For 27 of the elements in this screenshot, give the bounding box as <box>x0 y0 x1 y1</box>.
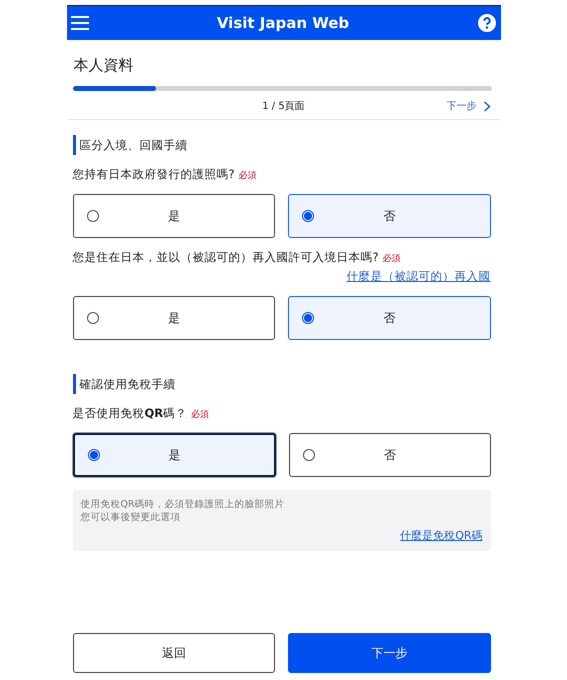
menu-icon[interactable] <box>70 16 88 30</box>
question-text: 您是住在日本，並以（被認可的）再入國許可入境日本嗎? <box>72 250 379 265</box>
section-heading: 區分入境、回國手續 <box>72 135 490 155</box>
help-link[interactable]: 什麼是（被認可的）再入國 <box>346 269 490 284</box>
required-label: 必須 <box>382 252 401 265</box>
next-button[interactable]: 下一步 <box>288 633 490 673</box>
question-text: 是否使用免稅QR碼？ <box>72 406 188 421</box>
chevron-icon <box>482 100 490 112</box>
info-text: 您可以事後變更此選項 <box>80 511 182 524</box>
help-icon[interactable] <box>478 14 496 32</box>
radio-option[interactable]: 否 <box>289 433 490 477</box>
info-text: 使用免稅QR碼時，必須登錄護照上的臉部照片 <box>80 498 286 511</box>
radio-option[interactable]: 是 <box>72 433 276 477</box>
required-label: 必須 <box>191 408 210 421</box>
section-heading: 確認使用免稅手續 <box>72 374 490 394</box>
page-title: 本人資料 <box>72 55 134 76</box>
page-counter: 1 / 5頁面 <box>262 100 305 113</box>
help-link[interactable]: 什麼是免稅QR碼 <box>400 528 482 543</box>
radio-option[interactable]: 是 <box>72 194 275 238</box>
radio-option[interactable]: 是 <box>72 296 275 340</box>
radio-option[interactable]: 否 <box>288 296 490 340</box>
back-button[interactable]: 返回 <box>72 633 275 673</box>
required-label: 必須 <box>238 170 257 182</box>
next-step-link[interactable]: 下一步 <box>446 99 490 113</box>
question-text: 您持有日本政府發行的護照嗎? <box>72 167 235 182</box>
app-title: Visit Japan Web <box>216 14 350 32</box>
radio-option[interactable]: 否 <box>288 194 490 238</box>
